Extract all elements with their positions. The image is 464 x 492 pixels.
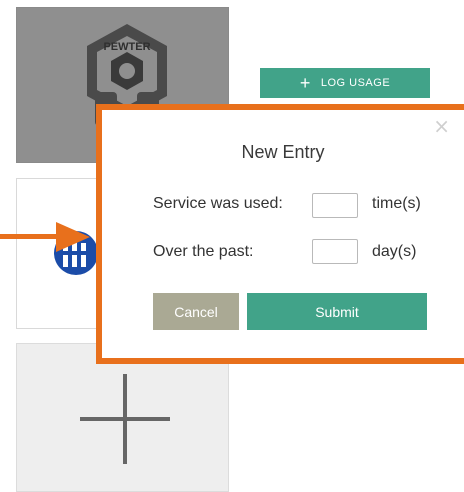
period-days-input[interactable] xyxy=(312,239,358,264)
add-service-tile[interactable] xyxy=(16,343,229,492)
times-used-label: Service was used: xyxy=(153,195,283,212)
log-usage-button[interactable]: + LOG USAGE xyxy=(260,68,430,98)
times-unit-label: time(s) xyxy=(372,195,421,212)
submit-button[interactable]: Submit xyxy=(247,293,427,330)
pewter-logo-text: PEWTER xyxy=(103,41,150,53)
days-unit-label: day(s) xyxy=(372,243,417,260)
callout-arrow-icon xyxy=(56,222,90,252)
close-icon[interactable]: × xyxy=(433,116,450,136)
times-used-input[interactable] xyxy=(312,193,358,218)
modal-title: New Entry xyxy=(241,142,325,162)
plus-icon: + xyxy=(299,73,311,93)
plus-icon xyxy=(80,374,170,464)
page: PEWTER + LOG USAGE × New Entry Service w… xyxy=(0,0,464,492)
cancel-button[interactable]: Cancel xyxy=(153,293,239,330)
period-label: Over the past: xyxy=(153,243,254,260)
callout-arrow-line xyxy=(0,234,60,239)
new-entry-modal: × New Entry Service was used: time(s) Ov… xyxy=(96,104,464,364)
log-usage-label: LOG USAGE xyxy=(320,77,391,89)
